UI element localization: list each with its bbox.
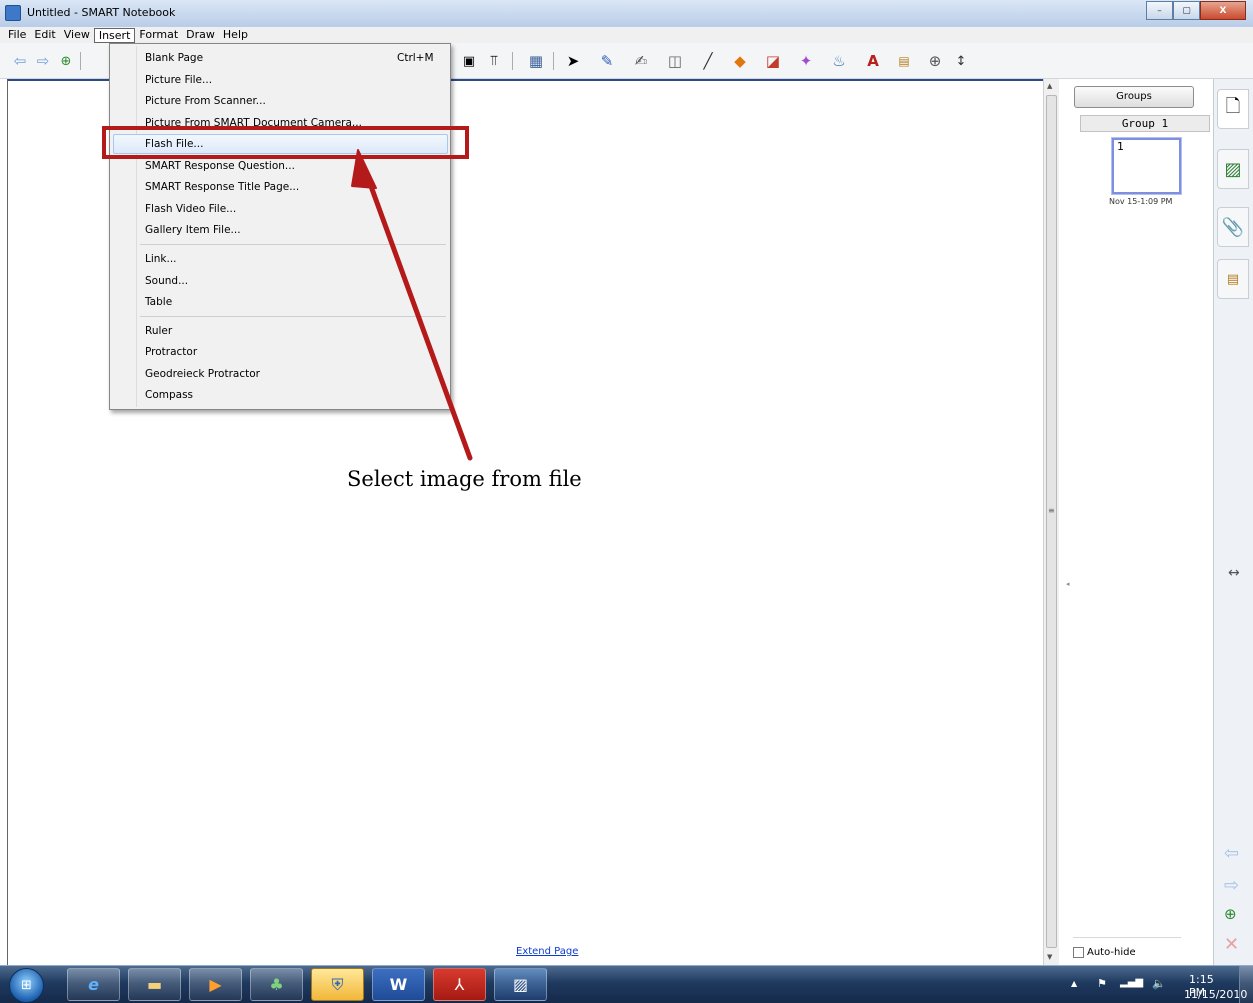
security-shield-icon[interactable]: ⛨ [311, 968, 364, 1001]
volume-icon[interactable]: 🔈 [1152, 977, 1166, 990]
clock-date[interactable]: 11/15/2010 [1184, 988, 1247, 1001]
windows-explorer-icon[interactable]: ▬ [128, 968, 181, 1001]
network-signal-icon[interactable]: ▂▄▆ [1120, 977, 1143, 988]
show-desktop-button[interactable] [1239, 966, 1253, 1003]
smart-notebook-taskbar-icon[interactable]: ▨ [494, 968, 547, 1001]
annotation-caption: Select image from file [347, 467, 582, 491]
internet-explorer-icon[interactable]: e [67, 968, 120, 1001]
system-tray: ▲ ⚑ ▂▄▆ 🔈 1:15 PM 11/15/2010 [1067, 970, 1247, 1001]
messenger-icon[interactable]: ♣ [250, 968, 303, 1001]
show-hidden-icons-icon[interactable]: ▲ [1071, 979, 1077, 988]
windows-taskbar: ⊞ e ▬ ▶ ♣ ⛨ W ⅄ ▨ ▲ ⚑ ▂▄▆ 🔈 1:15 PM 11/1… [0, 965, 1253, 1003]
word-icon[interactable]: W [372, 968, 425, 1001]
adobe-reader-icon[interactable]: ⅄ [433, 968, 486, 1001]
annotation-arrow [351, 149, 473, 461]
start-button-icon[interactable]: ⊞ [9, 968, 44, 1003]
media-player-icon[interactable]: ▶ [189, 968, 242, 1001]
action-center-flag-icon[interactable]: ⚑ [1097, 977, 1107, 990]
